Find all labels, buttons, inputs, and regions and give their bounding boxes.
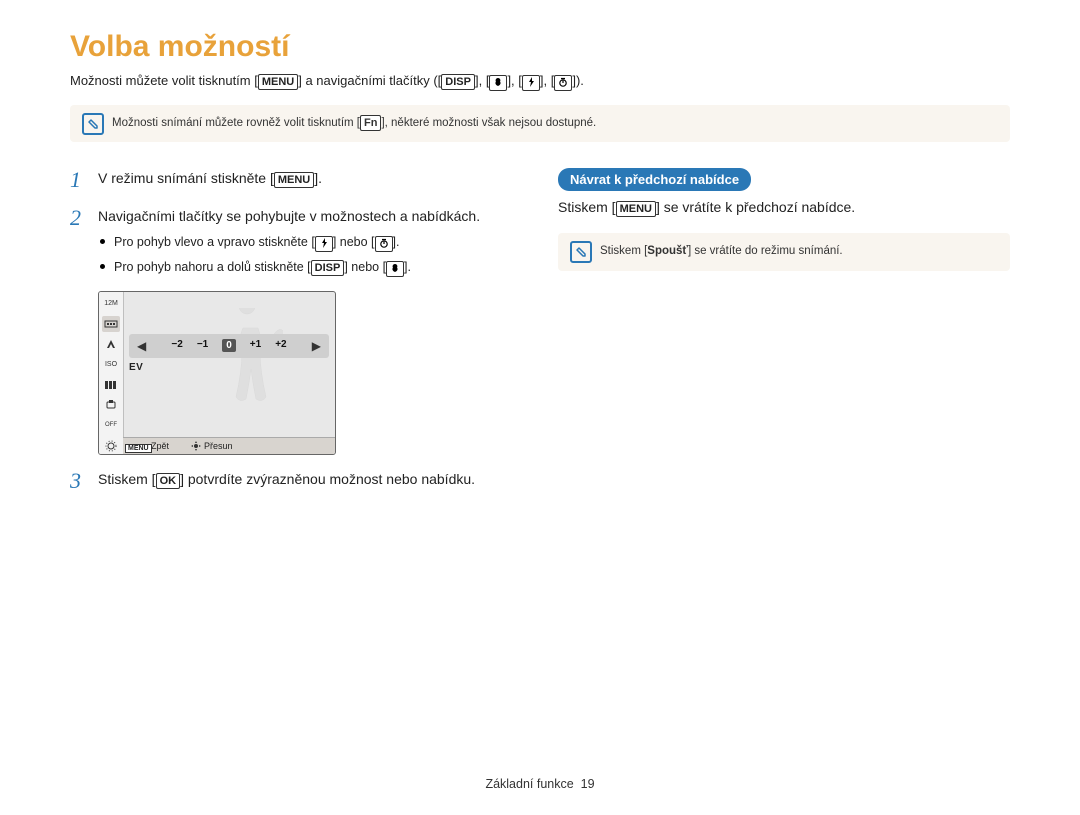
lcd-sidebar-item xyxy=(102,316,120,332)
step-2: 2 Navigačními tlačítky se pohybujte v mo… xyxy=(70,206,522,276)
note-icon xyxy=(82,113,104,135)
lcd-sidebar-item xyxy=(102,336,120,352)
intro-text: Možnosti můžete volit tisknutím [MENU] a… xyxy=(70,72,1010,91)
macro-icon xyxy=(386,261,404,277)
lcd-footer-back: Zpět xyxy=(151,441,169,451)
section-heading-pill: Návrat k předchozí nabídce xyxy=(558,168,751,191)
lcd-sidebar: 12M ISO OFF xyxy=(99,292,124,455)
lcd-sidebar-item: OFF xyxy=(102,417,120,433)
bullet-item: Pro pohyb vlevo a vpravo stiskněte [] ne… xyxy=(98,233,522,252)
note-icon xyxy=(570,241,592,263)
flash-icon xyxy=(522,75,540,91)
flash-icon xyxy=(315,236,333,252)
macro-icon xyxy=(489,75,507,91)
lcd-sidebar-item: 12M xyxy=(102,296,120,312)
ev-tick: −2 xyxy=(171,339,182,352)
step-number: 1 xyxy=(70,168,86,192)
step-3: 3 Stiskem [OK] potvrdíte zvýrazněnou mož… xyxy=(70,469,522,493)
menu-key-icon: MENU xyxy=(274,172,314,188)
ev-scale-bar: ◀ −2 −1 0 +1 +2 ▶ xyxy=(129,334,329,358)
ev-tick: +2 xyxy=(275,339,286,352)
lcd-footer: MENU Zpět Přesun xyxy=(123,437,335,454)
bullet-item: Pro pohyb nahoru a dolů stiskněte [DISP]… xyxy=(98,258,522,277)
note-box-top: Možnosti snímání můžete rovněž volit tis… xyxy=(70,105,1010,142)
child-silhouette-icon xyxy=(213,308,283,423)
left-arrow-icon: ◀ xyxy=(137,339,146,353)
lcd-sidebar-item xyxy=(102,377,120,393)
right-arrow-icon: ▶ xyxy=(312,339,321,353)
step-1: 1 V režimu snímání stiskněte [MENU]. xyxy=(70,168,522,192)
ok-key-icon: OK xyxy=(156,473,181,489)
ev-tick: +1 xyxy=(250,339,261,352)
timer-icon xyxy=(554,75,572,91)
lcd-footer-move: Přesun xyxy=(191,441,233,451)
step-number: 3 xyxy=(70,469,86,493)
page-title: Volba možností xyxy=(70,30,1010,64)
lcd-sidebar-item xyxy=(102,397,120,413)
ev-tick-selected: 0 xyxy=(222,339,236,352)
shutter-key-label: Spoušť xyxy=(647,245,688,257)
menu-key-icon: MENU xyxy=(616,201,656,217)
page-footer: Základní funkce 19 xyxy=(0,777,1080,791)
disp-key-icon: DISP xyxy=(311,260,345,276)
menu-key-icon: MENU xyxy=(258,74,298,90)
fn-key-icon: Fn xyxy=(360,115,381,131)
lcd-sidebar-item xyxy=(102,437,120,453)
note-box-right: Stiskem [Spoušť] se vrátíte do režimu sn… xyxy=(558,233,1010,270)
lcd-sidebar-item: ISO xyxy=(102,356,120,372)
menu-tag-icon: MENU xyxy=(125,444,152,453)
dpad-icon xyxy=(191,441,201,451)
ev-label: EV xyxy=(129,362,143,373)
right-text: Stiskem [MENU] se vrátíte k předchozí na… xyxy=(558,199,1010,217)
ev-tick: −1 xyxy=(197,339,208,352)
disp-key-icon: DISP xyxy=(441,74,475,90)
step-number: 2 xyxy=(70,206,86,276)
timer-icon xyxy=(375,236,393,252)
camera-lcd-illustration: 12M ISO OFF xyxy=(98,291,522,455)
